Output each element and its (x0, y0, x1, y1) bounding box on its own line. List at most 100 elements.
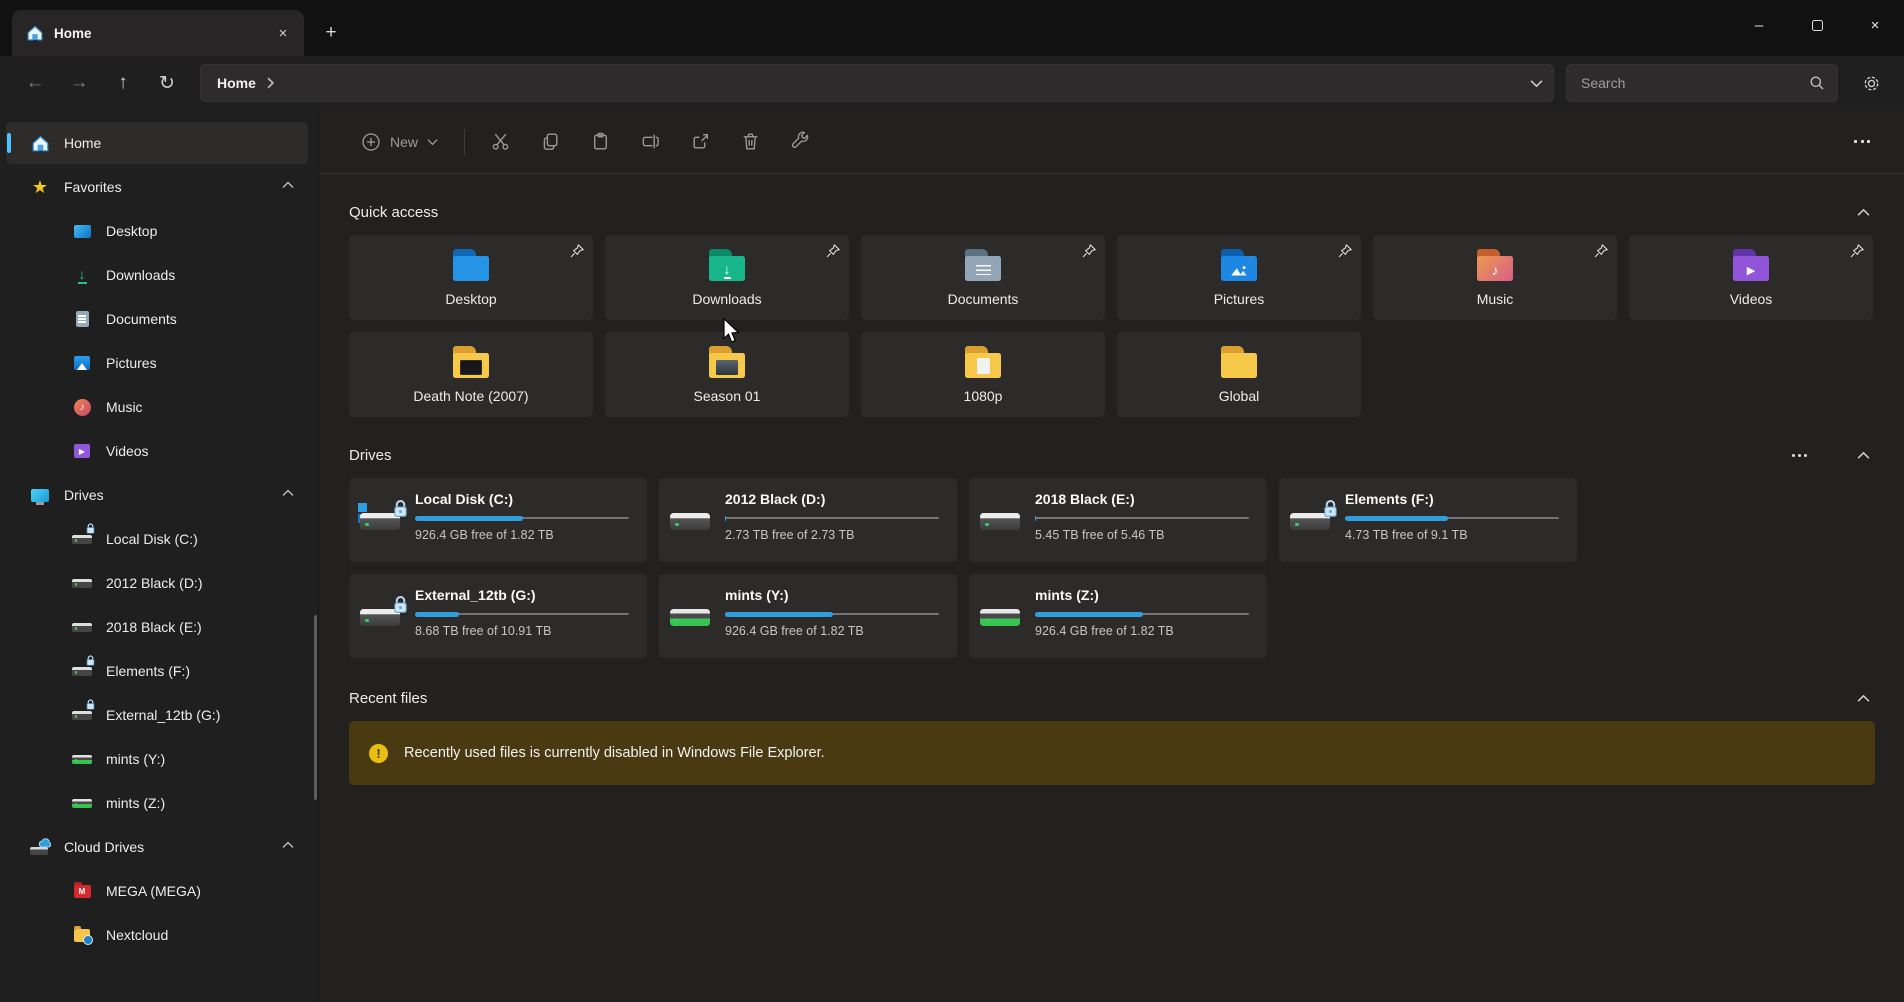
paste-button[interactable] (579, 123, 621, 161)
breadcrumb[interactable]: Home (217, 75, 256, 91)
toolbar-more-button[interactable] (1846, 130, 1878, 153)
tile-season-01[interactable]: Season 01 (605, 332, 849, 417)
sidebar-item-mints-z[interactable]: mints (Z:) (6, 782, 308, 824)
tab-home[interactable]: Home × (12, 10, 304, 56)
sidebar-item-favorites[interactable]: ★ Favorites (6, 166, 308, 208)
tile-downloads[interactable]: ↓ Downloads (605, 235, 849, 320)
sidebar-item-desktop[interactable]: Desktop (6, 210, 308, 252)
close-button[interactable]: × (1846, 0, 1904, 50)
pin-icon (825, 243, 841, 259)
sidebar-item-2012-black-d[interactable]: 2012 Black (D:) (6, 562, 308, 604)
drive-name: mints (Z:) (1035, 587, 1249, 603)
quick-access-grid: Desktop ↓ Downloads Documents (349, 235, 1875, 417)
tile-death-note[interactable]: Death Note (2007) (349, 332, 593, 417)
drive-green-icon (659, 574, 725, 658)
settings-button[interactable] (1852, 65, 1890, 101)
tile-label: Desktop (445, 291, 496, 307)
tools-button[interactable] (779, 123, 821, 161)
cloud-drive-icon (30, 837, 50, 857)
sidebar-item-documents[interactable]: Documents (6, 298, 308, 340)
drive-tile-f[interactable]: Elements (F:) 4.73 TB free of 9.1 TB (1279, 478, 1577, 562)
drive-tile-g[interactable]: External_12tb (G:) 8.68 TB free of 10.91… (349, 574, 647, 658)
monitor-icon (30, 485, 50, 505)
sidebar-item-mints-y[interactable]: mints (Y:) (6, 738, 308, 780)
new-button[interactable]: New (349, 124, 450, 160)
address-bar[interactable]: Home (200, 64, 1554, 102)
cut-button[interactable] (479, 123, 521, 161)
sidebar-item-videos[interactable]: ▶ Videos (6, 430, 308, 472)
collapse-chevron-icon[interactable] (282, 841, 294, 849)
tile-documents[interactable]: Documents (861, 235, 1105, 320)
tile-videos[interactable]: ▶ Videos (1629, 235, 1873, 320)
sidebar-item-downloads[interactable]: ↓ Downloads (6, 254, 308, 296)
drive-icon (72, 573, 92, 593)
drive-tile-d[interactable]: 2012 Black (D:) 2.73 TB free of 2.73 TB (659, 478, 957, 562)
tile-desktop[interactable]: Desktop (349, 235, 593, 320)
sidebar-label: mints (Y:) (106, 751, 165, 767)
tile-1080p[interactable]: 1080p (861, 332, 1105, 417)
collapse-chevron-icon[interactable] (282, 181, 294, 189)
drive-tile-e[interactable]: 2018 Black (E:) 5.45 TB free of 5.46 TB (969, 478, 1267, 562)
sidebar-item-pictures[interactable]: Pictures (6, 342, 308, 384)
drives-grid: Local Disk (C:) 926.4 GB free of 1.82 TB… (349, 478, 1875, 658)
search-input[interactable] (1581, 75, 1809, 91)
file-explorer-window: Home × + – × ← → ↑ ↻ Home (0, 0, 1904, 1002)
tab-title: Home (54, 26, 270, 41)
sidebar-item-music[interactable]: ♪ Music (6, 386, 308, 428)
collapse-chevron-icon[interactable] (282, 489, 294, 497)
tile-global[interactable]: Global (1117, 332, 1361, 417)
tile-pictures[interactable]: Pictures (1117, 235, 1361, 320)
search-box[interactable] (1566, 64, 1838, 102)
sidebar-label: 2018 Black (E:) (106, 619, 202, 635)
sidebar-item-drives[interactable]: Drives (6, 474, 308, 516)
sidebar-item-local-disk-c[interactable]: Local Disk (C:) (6, 518, 308, 560)
plus-circle-icon (361, 132, 381, 152)
maximize-button[interactable] (1788, 0, 1846, 50)
sidebar-item-2018-black-e[interactable]: 2018 Black (E:) (6, 606, 308, 648)
share-button[interactable] (679, 123, 721, 161)
drive-free-space: 926.4 GB free of 1.82 TB (1035, 624, 1249, 638)
sidebar-item-external-12tb-g[interactable]: External_12tb (G:) (6, 694, 308, 736)
delete-button[interactable] (729, 123, 771, 161)
tab-close-button[interactable]: × (270, 20, 296, 46)
copy-icon (540, 131, 561, 152)
sidebar-item-elements-f[interactable]: Elements (F:) (6, 650, 308, 692)
up-button[interactable]: ↑ (104, 65, 142, 101)
music-note-icon: ♪ (72, 397, 92, 417)
drive-free-space: 926.4 GB free of 1.82 TB (725, 624, 939, 638)
collapse-chevron-icon[interactable] (1851, 204, 1876, 221)
folder-icon-downloads: ↓ (706, 247, 748, 283)
sidebar-item-cloud-drives[interactable]: Cloud Drives (6, 826, 308, 868)
collapse-chevron-icon[interactable] (1851, 690, 1876, 707)
sidebar: Home ★ Favorites Desktop ↓ Downloads Doc… (0, 110, 318, 1002)
video-icon: ▶ (72, 441, 92, 461)
refresh-button[interactable]: ↻ (148, 65, 186, 101)
minimize-button[interactable]: – (1730, 0, 1788, 50)
sidebar-item-home[interactable]: Home (6, 122, 308, 164)
section-title: Quick access (349, 204, 1851, 221)
drive-tile-c[interactable]: Local Disk (C:) 926.4 GB free of 1.82 TB (349, 478, 647, 562)
collapse-chevron-icon[interactable] (1851, 447, 1876, 464)
gear-icon (1862, 74, 1881, 93)
sidebar-label: Pictures (106, 355, 157, 371)
scrollbar-thumb[interactable] (314, 615, 318, 800)
sidebar-label: Music (106, 399, 143, 415)
address-dropdown-icon[interactable] (1530, 79, 1543, 88)
tile-label: Music (1477, 291, 1514, 307)
tile-music[interactable]: ♪ Music (1373, 235, 1617, 320)
drive-locked-icon (349, 574, 415, 658)
new-tab-button[interactable]: + (314, 16, 348, 50)
drive-tile-y[interactable]: mints (Y:) 926.4 GB free of 1.82 TB (659, 574, 957, 658)
drive-icon (659, 478, 725, 562)
drive-tile-z[interactable]: mints (Z:) 926.4 GB free of 1.82 TB (969, 574, 1267, 658)
sidebar-label: 2012 Black (D:) (106, 575, 202, 591)
forward-button[interactable]: → (60, 65, 98, 101)
sidebar-item-mega[interactable]: M MEGA (MEGA) (6, 870, 308, 912)
sidebar-scrollbar[interactable] (313, 500, 317, 800)
more-options-icon[interactable] (1786, 448, 1813, 463)
warning-icon: ! (369, 744, 388, 763)
copy-button[interactable] (529, 123, 571, 161)
rename-button[interactable] (629, 123, 671, 161)
back-button[interactable]: ← (16, 65, 54, 101)
sidebar-item-nextcloud[interactable]: Nextcloud (6, 914, 308, 956)
